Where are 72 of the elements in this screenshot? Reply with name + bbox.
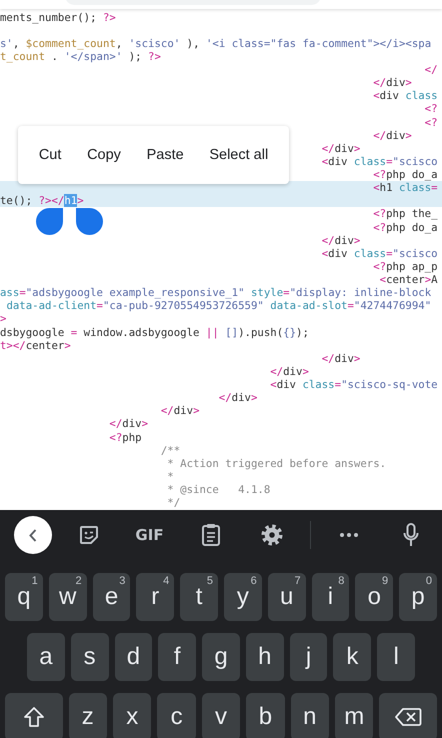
backspace-key[interactable] [379,693,438,738]
code-line: </div> [322,352,360,365]
microphone-icon[interactable] [402,523,418,547]
code-line: <?php ap_p [373,260,438,273]
code-line: <div class [373,89,438,102]
code-line: dsbygoogle = window.adsbygoogle || []).push({}); [0,326,309,339]
code-line: > [0,312,6,326]
code-line: <?php [109,430,142,444]
code-line: te(); ?></h1> [0,194,84,208]
keyboard-key[interactable]: n [290,693,330,738]
code-line: <?php do_a [373,168,438,182]
code-line: * Action triggered before answers. [167,456,386,470]
code-line: */ [167,496,180,510]
code-line: </div> [322,142,360,155]
code-line: <? [424,116,438,129]
shift-key[interactable] [5,693,63,738]
code-line: </div> [109,417,148,430]
code-line: <?php the_ [373,207,438,220]
selection-handle[interactable] [36,208,63,235]
back-button[interactable] [14,516,52,554]
keyboard-key[interactable]: f [158,633,196,681]
code-line: t_count . '</span>' ); ?> [0,50,161,63]
settings-icon[interactable] [260,524,282,546]
gif-button[interactable]: GIF [135,526,164,544]
selection-handle[interactable] [76,208,103,235]
keyboard-key[interactable]: i 8 [312,573,350,621]
code-line: </ [424,63,438,76]
code-line: <h1 class= [373,181,438,194]
code-line: </div> [373,76,412,90]
keyboard-key[interactable]: a [27,633,65,681]
sticker-icon[interactable] [78,524,100,546]
code-line: s', $comment_count, 'scisco' ), '<i class="fas fa-comment"></i><spa [0,36,432,50]
code-line: ass="adsbygoogle example_responsive_1" style="display: inline-block [0,286,432,300]
code-line: <div class="scisco-sq-vote [270,378,438,392]
code-line: /** [160,444,180,457]
keyboard-key[interactable]: v [202,693,240,738]
keyboard-key[interactable]: d [114,633,152,681]
keyboard-key[interactable]: z [68,693,107,738]
code-line: data-ad-client="ca-pub-9270554953726559" data-ad-slot="4274476994" [6,299,432,312]
code-line: <div class="scisco [322,246,438,260]
clipboard-icon[interactable] [200,523,220,547]
code-line: </div> [160,404,200,418]
keyboard-key[interactable]: c [157,693,196,738]
chevron-icon [29,528,37,542]
code-line: ments_number(); ?> [0,10,116,24]
keyboard-key[interactable]: h [246,633,284,681]
code-line: </div> [373,128,412,142]
keyboard-key[interactable]: x [113,693,152,738]
backspace-icon [394,707,422,727]
menu-item[interactable]: Select all [205,141,272,169]
keyboard-key[interactable]: j [290,633,328,681]
keyboard-key[interactable]: l [377,633,416,681]
code-line: <div class="scisco [322,154,438,168]
code-line: <center>A [380,273,438,286]
keyboard-key[interactable]: s [70,633,109,681]
more-icon[interactable] [340,533,358,537]
menu-item[interactable]: Cut [34,141,66,169]
code-line: </div> [270,364,309,378]
code-line: <?php do_a [373,220,438,234]
code-line: </div> [322,234,360,247]
code-line: * @since 4.1.8 [167,483,270,496]
arrow-up-icon [22,706,45,728]
code-line: * [167,470,174,483]
menu-item[interactable]: Paste [142,141,188,169]
keyboard-key[interactable]: g [202,633,240,681]
code-line: t></center> [0,338,71,352]
code-line: </div> [218,391,258,404]
keyboard-key[interactable]: k [333,633,372,681]
menu-item[interactable]: Copy [83,141,125,169]
keyboard-key[interactable]: m [335,693,374,738]
code-line: <? [424,102,438,116]
keyboard-key[interactable]: b [246,693,285,738]
